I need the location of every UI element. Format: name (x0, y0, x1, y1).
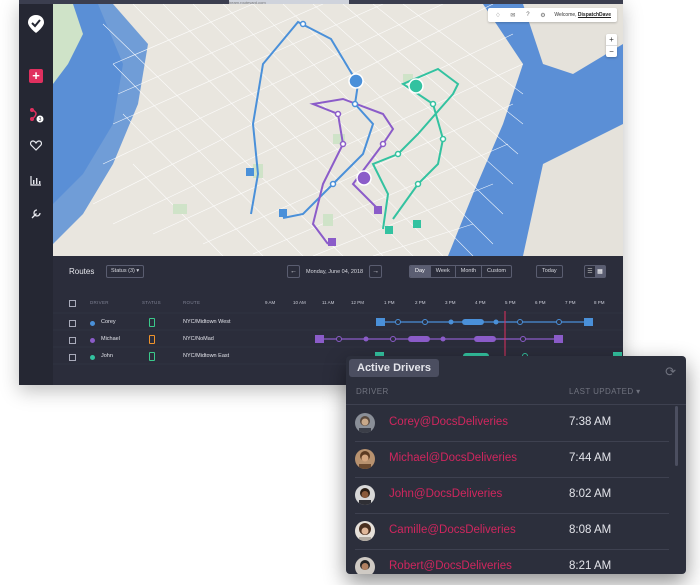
driver-email[interactable]: Michael@DocsDeliveries (389, 452, 517, 464)
help-icon[interactable]: ? (524, 12, 531, 19)
logo-icon[interactable] (26, 14, 46, 34)
driver-email[interactable]: Camille@DocsDeliveries (389, 524, 516, 536)
avatar (355, 413, 375, 433)
avatar (355, 485, 375, 505)
settings-icon[interactable]: ⚙ (539, 12, 546, 19)
map-toolbar: ♢ ✉ ? ⚙ Welcome, DispatchDave (488, 8, 617, 22)
sidebar: + 3 (19, 4, 53, 385)
user-link[interactable]: DispatchDave (578, 12, 611, 18)
driver-email[interactable]: Corey@DocsDeliveries (389, 416, 508, 428)
avatar (355, 521, 375, 541)
avatar (355, 557, 375, 574)
heart-icon[interactable] (26, 135, 46, 155)
wrench-icon[interactable] (26, 204, 46, 224)
welcome-text: Welcome, DispatchDave (554, 12, 611, 18)
zoom-controls: + − (606, 34, 617, 57)
welcome-label: Welcome, (554, 12, 577, 18)
chart-icon[interactable] (26, 170, 46, 190)
last-updated-time: 8:08 AM (569, 524, 612, 536)
last-updated-time: 7:38 AM (569, 416, 612, 428)
last-updated-time: 8:02 AM (569, 488, 612, 500)
active-driver-row[interactable]: John@DocsDeliveries 8:02 AM (355, 477, 669, 514)
zoom-in-button[interactable]: + (606, 34, 617, 45)
driver-email[interactable]: John@DocsDeliveries (389, 488, 502, 500)
active-drivers-panel: Active Drivers ⟳ DRIVER LAST UPDATED ▾ C… (346, 356, 686, 574)
col-driver[interactable]: DRIVER (356, 387, 389, 396)
mail-icon[interactable]: ✉ (509, 12, 516, 19)
route-map[interactable]: ♢ ✉ ? ⚙ Welcome, DispatchDave + − (53, 4, 623, 256)
active-driver-row[interactable]: Michael@DocsDeliveries 7:44 AM (355, 441, 669, 478)
avatar (355, 449, 375, 469)
add-icon[interactable]: + (26, 66, 46, 86)
last-updated-time: 7:44 AM (569, 452, 612, 464)
active-driver-row[interactable]: Camille@DocsDeliveries 8:08 AM (355, 513, 669, 550)
refresh-icon[interactable]: ⟳ (665, 364, 676, 380)
app-window: beam.routeyard.com + 3 ♢ ✉ ? ⚙ Welcome, … (19, 0, 623, 385)
scrollbar[interactable] (675, 406, 678, 466)
bell-icon[interactable]: ♢ (494, 12, 501, 19)
active-drivers-title: Active Drivers (349, 359, 439, 377)
last-updated-time: 8:21 AM (569, 560, 612, 572)
active-driver-row[interactable]: Robert@DocsDeliveries 8:21 AM (355, 549, 669, 574)
routes-icon[interactable]: 3 (26, 105, 46, 125)
svg-text:3: 3 (39, 117, 42, 123)
driver-email[interactable]: Robert@DocsDeliveries (389, 560, 512, 572)
zoom-out-button[interactable]: − (606, 45, 617, 57)
col-last-updated[interactable]: LAST UPDATED ▾ (569, 387, 641, 396)
active-driver-row[interactable]: Corey@DocsDeliveries 7:38 AM (355, 405, 669, 442)
